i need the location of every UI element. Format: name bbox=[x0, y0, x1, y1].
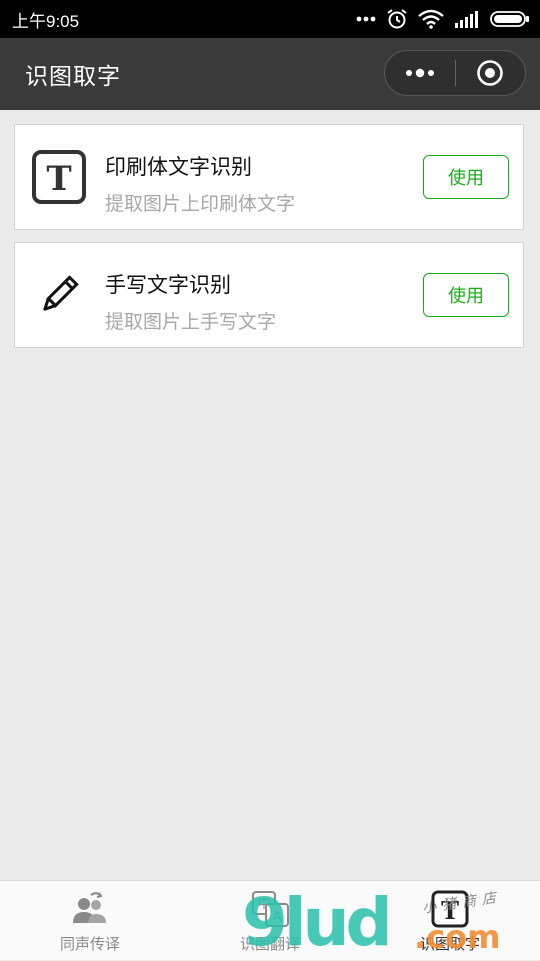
text-t-icon: T bbox=[31, 149, 87, 205]
more-menu-button[interactable] bbox=[385, 50, 455, 96]
card-subtitle: 提取图片上手写文字 bbox=[105, 311, 277, 333]
status-bar: 上午9:05 bbox=[0, 0, 540, 38]
tab-label: 同声传译 bbox=[59, 935, 120, 953]
tab-simultaneous-interpretation[interactable]: 同声传译 bbox=[0, 881, 180, 960]
battery-icon bbox=[490, 11, 529, 27]
more-dots-icon bbox=[405, 68, 434, 78]
card-title: 手写文字识别 bbox=[105, 273, 231, 297]
status-time: 上午9:05 bbox=[12, 11, 80, 31]
more-dots-icon bbox=[356, 16, 376, 22]
card-title: 印刷体文字识别 bbox=[105, 155, 252, 179]
pencil-icon bbox=[31, 267, 87, 323]
image-translate-icon: 中 A bbox=[250, 889, 290, 929]
card-handwriting-recognition: 手写文字识别 提取图片上手写文字 使用 bbox=[14, 242, 524, 348]
tab-label: 识图翻译 bbox=[239, 935, 300, 953]
tab-image-translate[interactable]: 中 A 识图翻译 bbox=[180, 881, 360, 960]
page-title: 识图取字 bbox=[25, 64, 121, 90]
signal-icon bbox=[455, 11, 478, 28]
use-button[interactable]: 使用 bbox=[423, 273, 509, 317]
tab-image-text-extract[interactable]: T 识图取字 bbox=[360, 881, 540, 960]
wifi-icon bbox=[418, 9, 444, 29]
status-icons bbox=[356, 8, 530, 30]
tab-bar: 同声传译 中 A 识图翻译 T 识图取字 bbox=[0, 880, 540, 960]
close-mini-program-button[interactable] bbox=[456, 50, 526, 96]
mini-program-capsule bbox=[384, 50, 526, 96]
svg-text:T: T bbox=[46, 159, 71, 199]
svg-text:A: A bbox=[273, 910, 282, 925]
card-print-text-recognition: T 印刷体文字识别 提取图片上印刷体文字 使用 bbox=[14, 124, 524, 230]
alarm-icon bbox=[387, 9, 407, 29]
target-circle-icon bbox=[477, 60, 504, 86]
nav-bar: 识图取字 bbox=[0, 38, 540, 110]
tab-label: 识图取字 bbox=[419, 935, 480, 953]
use-button[interactable]: 使用 bbox=[423, 155, 509, 199]
people-icon bbox=[70, 889, 110, 929]
text-t-icon: T bbox=[430, 889, 470, 929]
svg-text:T: T bbox=[441, 896, 459, 925]
card-subtitle: 提取图片上印刷体文字 bbox=[105, 193, 296, 215]
